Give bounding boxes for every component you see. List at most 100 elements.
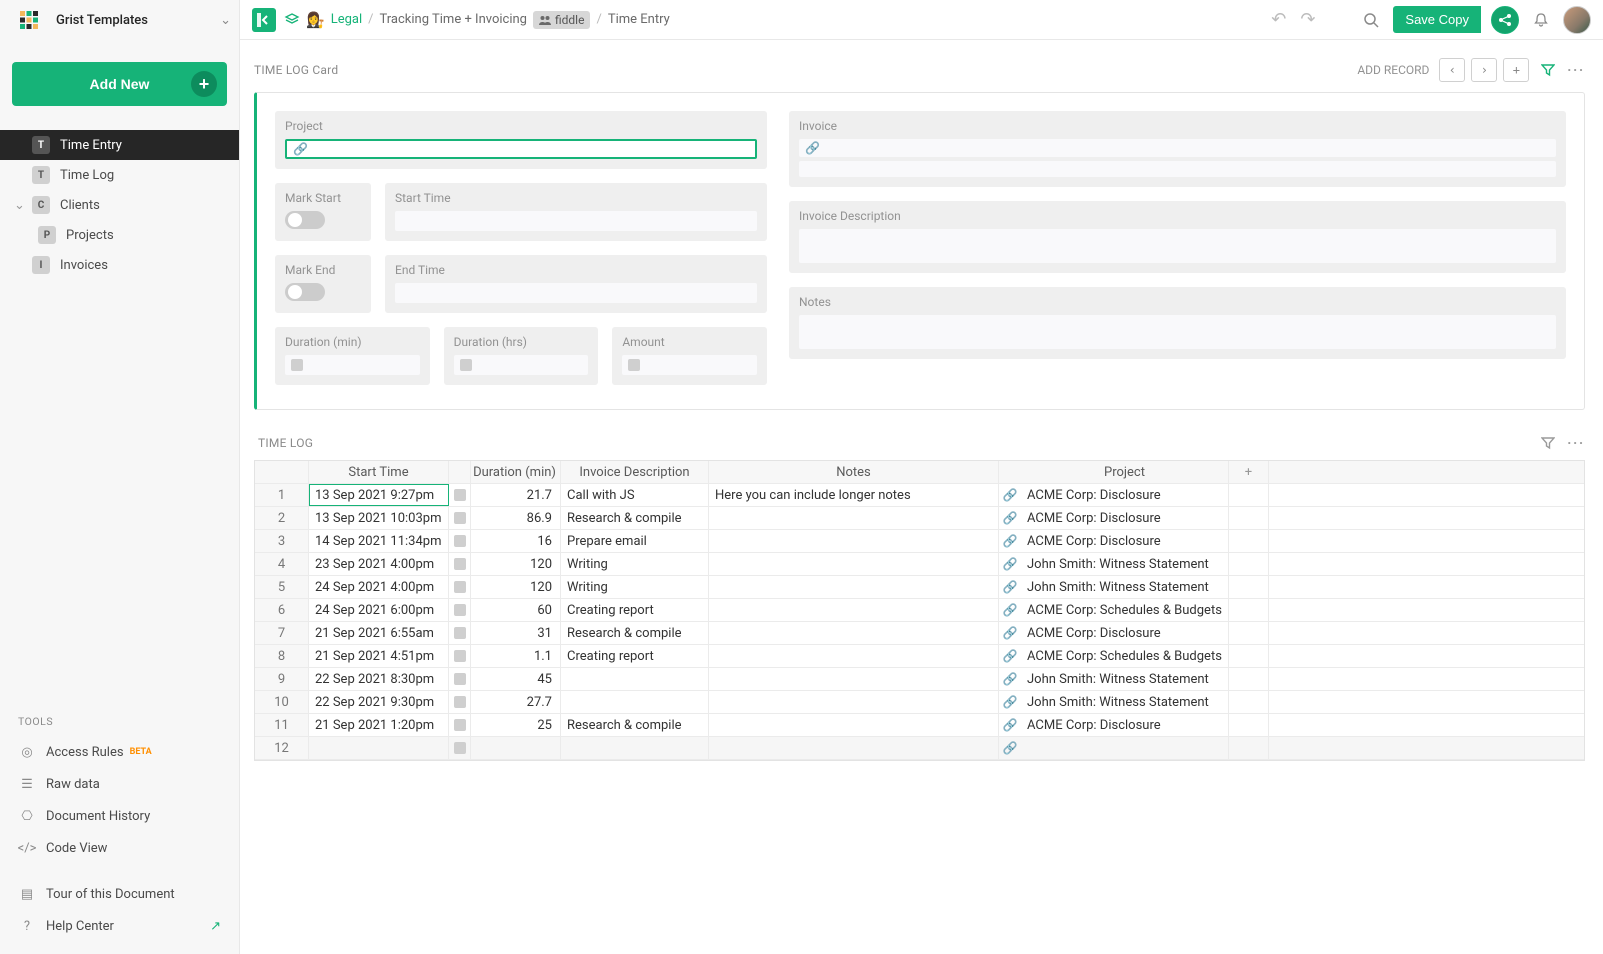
- cell-notes[interactable]: [709, 599, 999, 621]
- sidebar-item-clients[interactable]: ⌄C Clients: [0, 190, 239, 220]
- cell-notes[interactable]: [709, 576, 999, 598]
- cell-start-time[interactable]: 13 Sep 2021 9:27pm: [309, 484, 449, 506]
- cell-notes[interactable]: [709, 645, 999, 667]
- cell-start-time[interactable]: 14 Sep 2021 11:34pm: [309, 530, 449, 552]
- sidebar-item-time-log[interactable]: T Time Log: [0, 160, 239, 190]
- cell-duration[interactable]: 25: [471, 714, 561, 736]
- table-row[interactable]: 423 Sep 2021 4:00pm120Writing🔗John Smith…: [255, 553, 1584, 576]
- cell-invoice-desc[interactable]: Research & compile: [561, 507, 709, 529]
- cell-invoice-desc[interactable]: Writing: [561, 553, 709, 575]
- col-project[interactable]: Project: [1021, 461, 1229, 483]
- cell-notes[interactable]: [709, 553, 999, 575]
- row-number[interactable]: 6: [255, 599, 309, 621]
- table-row[interactable]: 213 Sep 2021 10:03pm 86.9Research & compi…: [255, 507, 1584, 530]
- table-row[interactable]: 624 Sep 2021 6:00pm60Creating report🔗ACM…: [255, 599, 1584, 622]
- sidebar-item-invoices[interactable]: I Invoices: [0, 250, 239, 280]
- cell-project[interactable]: ACME Corp: Disclosure: [1021, 622, 1229, 644]
- end-time-input[interactable]: [395, 283, 757, 303]
- add-record-plus-button[interactable]: +: [1503, 58, 1529, 82]
- cell-invoice-desc[interactable]: Call with JS: [561, 484, 709, 506]
- cell-project[interactable]: ACME Corp: Disclosure: [1021, 507, 1229, 529]
- panel-toggle-button[interactable]: [252, 8, 276, 32]
- cell-start-time[interactable]: 21 Sep 2021 6:55am: [309, 622, 449, 644]
- add-column-button[interactable]: +: [1229, 461, 1269, 483]
- row-number[interactable]: 9: [255, 668, 309, 690]
- tool-code-view[interactable]: </> Code View: [0, 832, 239, 864]
- cell-project[interactable]: John Smith: Witness Statement: [1021, 668, 1229, 690]
- share-button[interactable]: [1491, 6, 1519, 34]
- row-number[interactable]: 10: [255, 691, 309, 713]
- cell-project[interactable]: ACME Corp: Disclosure: [1021, 484, 1229, 506]
- cell-project[interactable]: John Smith: Witness Statement: [1021, 691, 1229, 713]
- cell-invoice-desc[interactable]: Research & compile: [561, 714, 709, 736]
- row-number[interactable]: 2: [255, 507, 309, 529]
- mark-start-toggle[interactable]: [285, 211, 325, 229]
- row-number[interactable]: 8: [255, 645, 309, 667]
- cell-invoice-desc[interactable]: Prepare email: [561, 530, 709, 552]
- cell-start-time[interactable]: 24 Sep 2021 6:00pm: [309, 599, 449, 621]
- table-row[interactable]: 1022 Sep 2021 9:30pm27.7🔗John Smith: Wit…: [255, 691, 1584, 714]
- cell-notes[interactable]: [709, 530, 999, 552]
- breadcrumb-doc[interactable]: Tracking Time + Invoicing: [380, 12, 527, 27]
- add-new-button[interactable]: Add New +: [12, 62, 227, 106]
- cell-notes[interactable]: Here you can include longer notes: [709, 484, 999, 506]
- save-copy-button[interactable]: Save Copy: [1393, 6, 1481, 33]
- avatar[interactable]: [1563, 6, 1591, 34]
- cell-notes[interactable]: [709, 691, 999, 713]
- row-number[interactable]: 4: [255, 553, 309, 575]
- row-number[interactable]: 5: [255, 576, 309, 598]
- undo-button[interactable]: ↶: [1271, 9, 1286, 30]
- sidebar-item-projects[interactable]: P Projects: [0, 220, 239, 250]
- section-menu-button[interactable]: ···: [1567, 436, 1585, 450]
- row-number[interactable]: 1: [255, 484, 309, 506]
- redo-button[interactable]: ↷: [1300, 9, 1315, 30]
- table-row[interactable]: 314 Sep 2021 11:34pm16Prepare email🔗ACME…: [255, 530, 1584, 553]
- cell-project[interactable]: ACME Corp: Schedules & Budgets: [1021, 599, 1229, 621]
- duration-min-input[interactable]: [285, 355, 420, 375]
- search-button[interactable]: [1363, 12, 1379, 28]
- cell-invoice-desc[interactable]: [561, 668, 709, 690]
- table-row[interactable]: 524 Sep 2021 4:00pm120Writing🔗John Smith…: [255, 576, 1584, 599]
- cell-duration[interactable]: 27.7: [471, 691, 561, 713]
- row-number[interactable]: 12: [255, 737, 309, 759]
- invoice-input[interactable]: 🔗: [799, 139, 1556, 157]
- section-menu-button[interactable]: ···: [1567, 63, 1585, 77]
- cell-invoice-desc[interactable]: Creating report: [561, 645, 709, 667]
- tool-help-center[interactable]: ? Help Center ↗: [0, 910, 239, 942]
- tool-access-rules[interactable]: ◎ Access Rules BETA: [0, 736, 239, 768]
- table-row[interactable]: 113 Sep 2021 9:27pm 21.7Call with JSHere …: [255, 484, 1584, 507]
- row-number[interactable]: 7: [255, 622, 309, 644]
- tool-raw-data[interactable]: ☰ Raw data: [0, 768, 239, 800]
- breadcrumb-page[interactable]: Time Entry: [608, 12, 670, 27]
- cell-invoice-desc[interactable]: [561, 691, 709, 713]
- cell-duration[interactable]: 86.9: [471, 507, 561, 529]
- cell-project[interactable]: John Smith: Witness Statement: [1021, 553, 1229, 575]
- col-notes[interactable]: Notes: [709, 461, 999, 483]
- cell-project[interactable]: ACME Corp: Schedules & Budgets: [1021, 645, 1229, 667]
- org-switcher[interactable]: Grist Templates ⌄: [0, 0, 239, 40]
- notifications-button[interactable]: [1533, 12, 1549, 28]
- table-row[interactable]: 922 Sep 2021 8:30pm45🔗John Smith: Witnes…: [255, 668, 1584, 691]
- notes-input[interactable]: [799, 315, 1556, 349]
- cell-start-time[interactable]: 13 Sep 2021 10:03pm: [309, 507, 449, 529]
- cell-duration[interactable]: 60: [471, 599, 561, 621]
- cell-project[interactable]: John Smith: Witness Statement: [1021, 576, 1229, 598]
- filter-icon[interactable]: [1541, 436, 1555, 450]
- chevron-down-icon[interactable]: ⌄: [14, 198, 28, 213]
- row-number[interactable]: 11: [255, 714, 309, 736]
- cell-duration[interactable]: 120: [471, 553, 561, 575]
- col-start-time[interactable]: Start Time: [309, 461, 449, 483]
- cell-project[interactable]: ACME Corp: Disclosure: [1021, 530, 1229, 552]
- cell-invoice-desc[interactable]: Creating report: [561, 599, 709, 621]
- cell-duration[interactable]: 45: [471, 668, 561, 690]
- add-record-button[interactable]: ADD RECORD: [1357, 63, 1429, 77]
- col-invoice-desc[interactable]: Invoice Description: [561, 461, 709, 483]
- cell-duration[interactable]: 21.7: [471, 484, 561, 506]
- cell-notes[interactable]: [709, 507, 999, 529]
- duration-hrs-input[interactable]: [454, 355, 589, 375]
- cell-start-time[interactable]: 24 Sep 2021 4:00pm: [309, 576, 449, 598]
- col-duration[interactable]: Duration (min): [471, 461, 561, 483]
- cell-duration[interactable]: 120: [471, 576, 561, 598]
- cell-duration[interactable]: 16: [471, 530, 561, 552]
- cell-notes[interactable]: [709, 668, 999, 690]
